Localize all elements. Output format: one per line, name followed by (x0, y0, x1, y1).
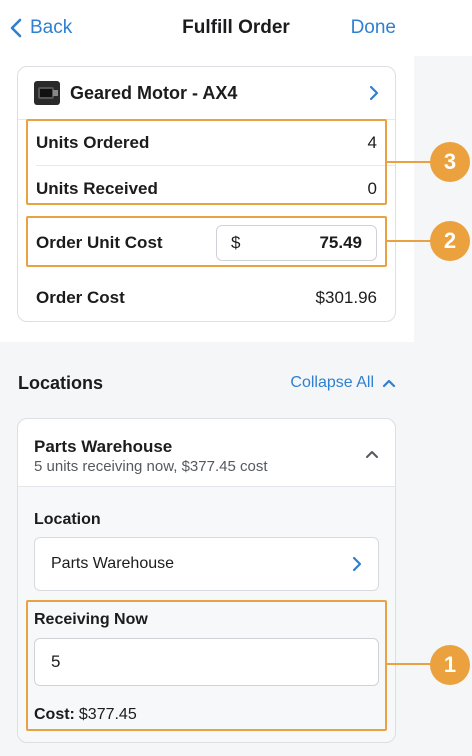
chevron-up-icon (382, 379, 396, 388)
location-card-summary: 5 units receiving now, $377.45 cost (34, 458, 268, 475)
location-field-label: Location (34, 511, 101, 528)
callout-line (387, 161, 432, 163)
callout-badge-1: 1 (430, 645, 470, 685)
highlight-receiving-box (26, 600, 387, 731)
order-cost-row: Order Cost $301.96 (18, 275, 395, 321)
callout-badge-3: 3 (430, 142, 470, 182)
navigation-bar: Back Fulfill Order Done (0, 0, 472, 56)
highlight-units-box (26, 119, 387, 205)
callout-line (387, 663, 432, 665)
order-cost-label: Order Cost (36, 288, 125, 307)
done-button[interactable]: Done (351, 17, 396, 39)
order-cost-value: $301.96 (315, 288, 377, 307)
chevron-right-icon (369, 85, 379, 101)
location-select[interactable]: Parts Warehouse (34, 537, 379, 591)
product-row[interactable]: Geared Motor - AX4 (18, 67, 395, 119)
chevron-right-icon (352, 556, 362, 572)
callout-badge-2: 2 (430, 221, 470, 261)
collapse-all-button[interactable]: Collapse All (290, 374, 396, 392)
page-title: Fulfill Order (182, 17, 290, 38)
product-name: Geared Motor - AX4 (70, 82, 238, 103)
location-card-name: Parts Warehouse (34, 437, 173, 456)
callout-line (387, 240, 432, 242)
locations-header: Locations Collapse All (0, 358, 414, 408)
locations-heading: Locations (18, 372, 104, 393)
highlight-unit-cost-box (26, 216, 387, 267)
product-thumbnail (34, 81, 60, 105)
location-card-header[interactable]: Parts Warehouse 5 units receiving now, $… (18, 419, 395, 487)
collapse-all-label: Collapse All (290, 374, 374, 391)
chevron-up-icon[interactable] (365, 449, 379, 459)
location-select-value: Parts Warehouse (51, 555, 175, 572)
